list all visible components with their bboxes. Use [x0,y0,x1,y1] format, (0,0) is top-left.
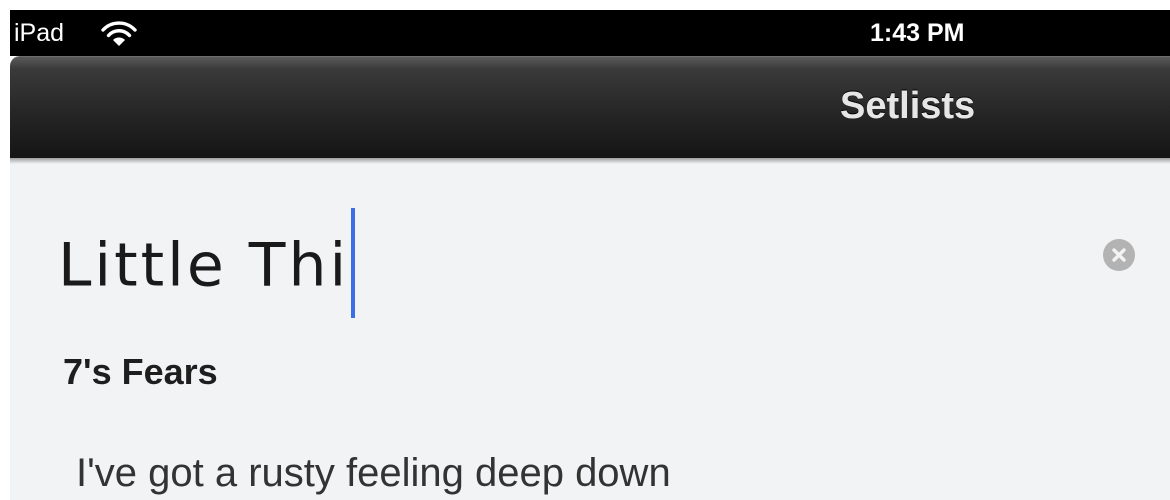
lyric-line[interactable]: I've got a rusty feeling deep down [76,448,671,498]
nav-bar-shadow [10,158,1170,164]
text-cursor [351,208,356,318]
wifi-icon [100,19,138,49]
title-input-text: Little Thi [58,230,350,301]
song-editor: Little Thi 7's Fears I've got a rusty fe… [10,158,1170,500]
status-time: 1:43 PM [870,19,965,47]
clear-input-button[interactable] [1103,239,1135,271]
status-bar: iPad 1:43 PM [10,10,1170,56]
title-input[interactable]: Little Thi [58,208,1058,318]
navigation-bar: Setlists [10,56,1170,158]
clear-x-circle-icon [1112,248,1126,262]
screen: iPad 1:43 PM Setlists Little Thi 7's Fea… [0,0,1170,500]
carrier-label: iPad [14,19,65,47]
nav-title: Setlists [840,85,976,127]
song-title: 7's Fears [63,351,218,392]
